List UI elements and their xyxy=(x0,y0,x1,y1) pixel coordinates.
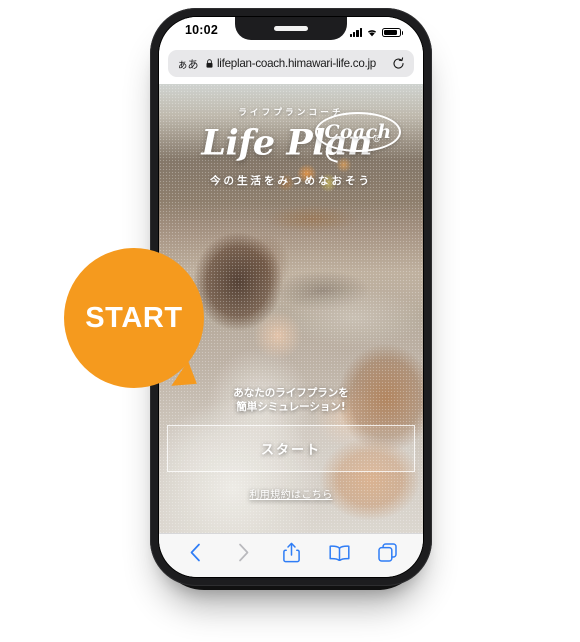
site-logo: ライフプランコーチ Life Plan® Coach 今の生活をみつめなおそう xyxy=(159,106,423,188)
reload-icon[interactable] xyxy=(392,57,405,70)
start-button[interactable]: スタート xyxy=(167,425,415,472)
wifi-icon xyxy=(366,28,378,37)
cta-lead-line1: あなたのライフプランを xyxy=(233,387,349,399)
logo-row: Life Plan® Coach xyxy=(159,112,423,164)
battery-icon xyxy=(382,27,404,37)
status-bar: 10:02 xyxy=(159,17,423,47)
status-indicators xyxy=(349,24,404,37)
text-size-button[interactable]: ぁあ xyxy=(177,56,199,72)
coach-badge-label: Coach xyxy=(324,121,392,143)
share-icon[interactable] xyxy=(278,540,304,566)
browser-url-bar: ぁあ lifeplan-coach.himawari-life.co.jp xyxy=(159,47,423,84)
tabs-icon[interactable] xyxy=(374,540,400,566)
back-icon[interactable] xyxy=(182,540,208,566)
forward-icon xyxy=(230,540,256,566)
start-callout-bubble[interactable]: START xyxy=(64,248,204,388)
cta-lead: あなたのライフプランを 簡単シミュレーション! xyxy=(159,386,423,414)
coach-badge: Coach xyxy=(315,112,401,152)
status-clock: 10:02 xyxy=(185,23,218,37)
url-pill[interactable]: ぁあ lifeplan-coach.himawari-life.co.jp xyxy=(168,50,414,77)
earpiece-speaker xyxy=(274,26,308,31)
cta-section: あなたのライフプランを 簡単シミュレーション! スタート 利用規約はこちら xyxy=(159,386,423,503)
terms-link[interactable]: 利用規約はこちら xyxy=(249,486,332,501)
url-display: lifeplan-coach.himawari-life.co.jp xyxy=(168,57,414,70)
notch xyxy=(235,17,347,40)
url-text: lifeplan-coach.himawari-life.co.jp xyxy=(216,57,377,70)
bookmarks-icon[interactable] xyxy=(326,540,352,566)
site-tagline: 今の生活をみつめなおそう xyxy=(210,175,372,187)
cellular-bars-icon xyxy=(349,28,362,37)
browser-toolbar xyxy=(159,533,423,577)
lock-icon xyxy=(206,59,213,68)
cta-lead-line2: 簡単シミュレーション! xyxy=(236,401,346,413)
screenshot-stage: 10:02 ぁあ lifeplan-coach.himawari-life.co… xyxy=(0,0,580,642)
start-callout-label: START xyxy=(85,301,183,334)
